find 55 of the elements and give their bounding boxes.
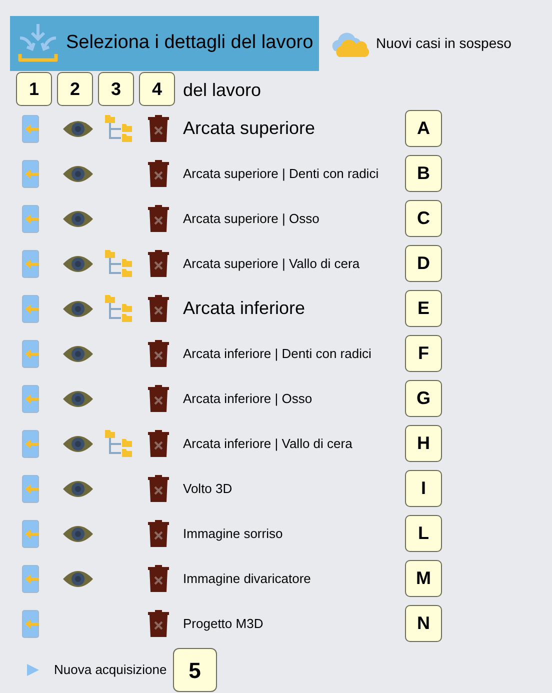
eye-icon[interactable] xyxy=(62,568,94,588)
callout-label: 4 xyxy=(139,72,175,106)
item-label[interactable]: Arcata superiore | Denti con radici xyxy=(183,164,379,184)
trash-icon[interactable] xyxy=(148,340,169,367)
callout-label: 3 xyxy=(98,72,134,106)
item-label[interactable]: Immagine divaricatore xyxy=(183,568,311,588)
eye-icon[interactable] xyxy=(62,344,94,364)
callout-label: N xyxy=(405,605,442,642)
callout-label: F xyxy=(405,335,442,372)
item-label[interactable]: Progetto M3D xyxy=(183,614,264,634)
callout-label: L xyxy=(405,515,442,552)
trash-icon[interactable] xyxy=(148,475,169,502)
trash-icon[interactable] xyxy=(148,520,169,547)
eye-icon[interactable] xyxy=(62,208,94,228)
callout-label: E xyxy=(405,290,442,327)
callout-label: B xyxy=(405,155,442,192)
callout-label: A xyxy=(405,110,442,147)
callout-label: 1 xyxy=(16,72,52,106)
eye-icon[interactable] xyxy=(62,254,94,274)
trash-icon[interactable] xyxy=(148,430,169,457)
section-heading: del lavoro xyxy=(183,79,262,102)
callout-label: I xyxy=(405,470,442,507)
pending-cases-link[interactable]: Nuovi casi in sospeso xyxy=(376,33,512,54)
trash-icon[interactable] xyxy=(148,250,169,277)
item-label[interactable]: Arcata inferiore xyxy=(183,295,306,322)
callout-label: C xyxy=(405,200,442,237)
trash-icon[interactable] xyxy=(148,205,169,232)
item-label[interactable]: Immagine sorriso xyxy=(183,524,283,544)
callout-label: D xyxy=(405,245,442,282)
eye-icon[interactable] xyxy=(62,118,94,138)
item-label[interactable]: Arcata superiore xyxy=(183,115,316,142)
eye-icon[interactable] xyxy=(62,164,94,184)
callout-label: H xyxy=(405,425,442,462)
item-label[interactable]: Arcata inferiore | Osso xyxy=(183,388,312,408)
eye-icon[interactable] xyxy=(62,298,94,318)
item-label[interactable]: Arcata inferiore | Denti con radici xyxy=(183,344,372,364)
trash-icon[interactable] xyxy=(148,115,169,142)
eye-icon[interactable] xyxy=(62,434,94,454)
callout-label: M xyxy=(405,560,442,597)
trash-icon[interactable] xyxy=(148,565,169,592)
callout-label: 2 xyxy=(57,72,93,106)
callout-label: G xyxy=(405,380,442,417)
item-label[interactable]: Arcata superiore | Osso xyxy=(183,208,320,228)
new-acquisition-link[interactable]: Nuova acquisizione xyxy=(54,660,167,680)
eye-icon[interactable] xyxy=(62,478,94,498)
eye-icon[interactable] xyxy=(62,524,94,544)
trash-icon[interactable] xyxy=(148,160,169,187)
trash-icon[interactable] xyxy=(148,295,169,322)
callout-label: 5 xyxy=(172,648,217,692)
trash-icon[interactable] xyxy=(148,385,169,412)
eye-icon[interactable] xyxy=(62,388,94,408)
item-label[interactable]: Arcata superiore | Vallo di cera xyxy=(183,254,360,274)
item-label[interactable]: Volto 3D xyxy=(183,478,232,498)
item-label[interactable]: Arcata inferiore | Vallo di cera xyxy=(183,434,352,454)
trash-icon[interactable] xyxy=(148,610,169,637)
